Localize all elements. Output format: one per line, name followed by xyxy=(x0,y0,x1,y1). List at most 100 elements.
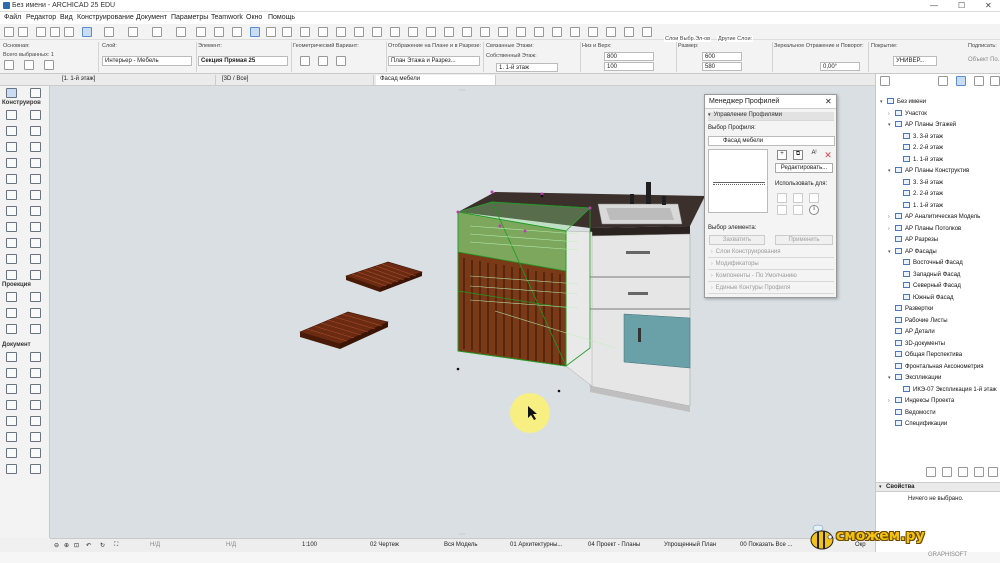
slat-panel-lower[interactable] xyxy=(299,311,389,349)
expand-toggle-icon[interactable]: ▾ xyxy=(888,375,893,381)
projection-section[interactable]: Проекция xyxy=(2,282,48,290)
use-wall-icon[interactable] xyxy=(777,193,787,203)
properties-header[interactable]: ▾ Свойства xyxy=(876,482,1000,492)
rename-profile-icon[interactable]: Aᴵ xyxy=(809,150,819,160)
layout-book-icon[interactable] xyxy=(974,76,984,86)
design-tool-icon[interactable] xyxy=(30,110,41,120)
render-icon[interactable] xyxy=(570,27,580,37)
width-field[interactable]: 600 xyxy=(702,52,742,61)
library-icon[interactable] xyxy=(498,27,508,37)
tab-3d-all[interactable]: [3D / Все] xyxy=(218,75,374,85)
design-tool-icon[interactable] xyxy=(6,270,17,280)
navigator-item[interactable]: ▾ АР Планы Этажей xyxy=(888,121,956,128)
design-tool-icon[interactable] xyxy=(30,270,41,280)
view-map-icon[interactable] xyxy=(956,76,966,86)
nav-folder-icon[interactable] xyxy=(958,467,968,477)
zoom-out-icon[interactable]: ⊖ xyxy=(54,542,59,549)
nav-settings-icon[interactable] xyxy=(974,467,984,477)
design-tool-icon[interactable] xyxy=(30,254,41,264)
zoom-in-icon[interactable]: ⊕ xyxy=(64,542,69,549)
schedule-icon[interactable] xyxy=(426,27,436,37)
expand-toggle-icon[interactable]: ▾ xyxy=(888,122,893,128)
tab-facade[interactable]: Фасад мебели xyxy=(376,75,496,85)
use-opening-icon[interactable] xyxy=(793,205,803,215)
document-tool-icon[interactable] xyxy=(30,384,41,394)
marquee-tool-icon[interactable] xyxy=(30,88,41,98)
scale-select[interactable]: 1:100 xyxy=(302,542,317,548)
info-icon[interactable] xyxy=(480,27,490,37)
undo-icon[interactable] xyxy=(4,27,14,37)
use-handrail-icon[interactable] xyxy=(777,205,787,215)
cover-select[interactable]: УНИВЕР... xyxy=(893,56,937,66)
design-tool-icon[interactable] xyxy=(6,110,17,120)
expand-toggle-icon[interactable]: ▾ xyxy=(880,99,885,105)
document-tool-icon[interactable] xyxy=(30,352,41,362)
navigator-item[interactable]: АР Детали xyxy=(888,328,935,335)
drawing-select[interactable]: 02 Чертеж xyxy=(370,542,399,548)
projection-tool-icon[interactable] xyxy=(6,292,17,302)
group-icon[interactable] xyxy=(232,27,242,37)
display-select[interactable]: План Этажа и Разрез... xyxy=(388,56,480,66)
suspend-groups-icon[interactable] xyxy=(250,27,260,37)
design-tool-icon[interactable] xyxy=(30,174,41,184)
filter-icon[interactable] xyxy=(642,27,652,37)
grid-snap-icon[interactable] xyxy=(152,27,162,37)
expand-toggle-icon[interactable]: › xyxy=(888,226,893,232)
tab-floor-1[interactable]: [1. 1-й этаж] xyxy=(58,75,216,85)
menu-design[interactable]: Конструирование xyxy=(77,14,134,21)
zoom-fit-icon[interactable]: ⊡ xyxy=(74,542,79,549)
show-all-select[interactable]: 00 Показать Все ... xyxy=(740,542,793,548)
navigator-item[interactable]: Ведомости xyxy=(888,408,936,416)
bottom-height-field[interactable]: 100 xyxy=(604,62,654,71)
3d-view-icon[interactable] xyxy=(282,27,292,37)
floor-plan-icon[interactable] xyxy=(266,27,276,37)
project-map-icon[interactable] xyxy=(938,76,948,86)
menu-window[interactable]: Окно xyxy=(246,14,262,21)
layout-icon[interactable] xyxy=(408,27,418,37)
menu-file[interactable]: Файл xyxy=(4,14,21,21)
simple-plan-select[interactable]: Упрощенный План xyxy=(664,542,716,548)
guide-lines-icon[interactable] xyxy=(104,27,114,37)
navigator-item[interactable]: Спецификации xyxy=(888,420,947,427)
navigator-item[interactable]: 2. 2-й этаж xyxy=(896,190,943,197)
menu-teamwork[interactable]: Teamwork xyxy=(211,14,243,21)
marquee-icon[interactable] xyxy=(24,60,34,70)
layers-section[interactable]: › Слои Конструирования xyxy=(708,249,834,258)
document-tool-icon[interactable] xyxy=(30,432,41,442)
design-tool-icon[interactable] xyxy=(30,206,41,216)
list-icon[interactable] xyxy=(462,27,472,37)
navigator-item[interactable]: АР Разрезы xyxy=(888,236,938,243)
navigator-item[interactable]: ▾ АР Фасады xyxy=(888,247,937,255)
duplicate-profile-icon[interactable]: ⧉ xyxy=(793,150,803,160)
design-tool-icon[interactable] xyxy=(30,238,41,248)
pen-set-select[interactable]: 01 Архитектурны... xyxy=(510,542,562,548)
layer-select[interactable]: Интерьер - Мебель xyxy=(102,56,192,66)
nav-clone-icon[interactable] xyxy=(942,467,952,477)
elevation-icon[interactable] xyxy=(318,27,328,37)
element-settings-icon[interactable] xyxy=(44,60,54,70)
top-height-field[interactable]: 800 xyxy=(604,52,654,61)
new-profile-icon[interactable]: + xyxy=(777,150,787,160)
project-index-icon[interactable] xyxy=(444,27,454,37)
menu-help[interactable]: Помощь xyxy=(268,14,295,21)
geometry-variant-1-icon[interactable] xyxy=(300,56,310,66)
slat-panel-upper[interactable] xyxy=(345,261,423,292)
design-tool-icon[interactable] xyxy=(6,158,17,168)
menu-edit[interactable]: Редактор xyxy=(26,14,56,21)
sun-icon[interactable] xyxy=(588,27,598,37)
navigator-item[interactable]: 1. 1-й этаж xyxy=(896,155,943,163)
navigator-item[interactable]: Фронтальная Аксонометрия xyxy=(888,362,983,370)
mvo-select[interactable]: 04 Проект - Планы xyxy=(588,542,640,548)
design-tool-icon[interactable] xyxy=(6,174,17,184)
document-tool-icon[interactable] xyxy=(30,448,41,458)
document-tool-icon[interactable] xyxy=(6,432,17,442)
navigator-item[interactable]: Восточный Фасад xyxy=(896,259,963,266)
document-section[interactable]: Документ xyxy=(2,342,48,350)
navigator-icon[interactable] xyxy=(516,27,526,37)
navigator-item[interactable]: 3. 3-й этаж xyxy=(896,132,943,140)
select-arrow-icon[interactable] xyxy=(4,60,14,70)
expand-toggle-icon[interactable]: ▾ xyxy=(888,249,893,255)
expand-toggle-icon[interactable]: › xyxy=(888,111,893,117)
projection-tool-icon[interactable] xyxy=(30,324,41,334)
element-name[interactable]: Секция Прямая 25 xyxy=(198,56,288,66)
